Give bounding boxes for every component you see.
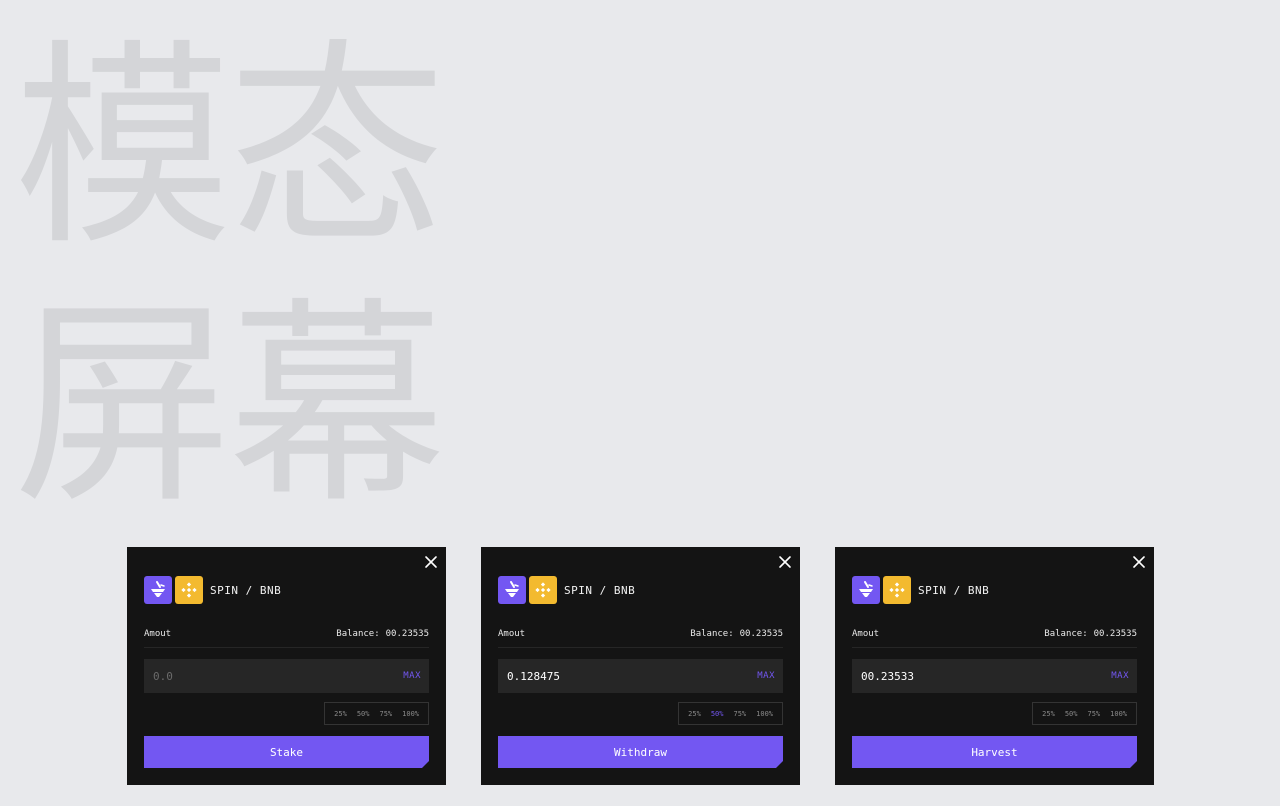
balance-label: Balance: — [690, 629, 734, 639]
balance-value: 00.23535 — [385, 629, 429, 639]
balance-value: 00.23535 — [1093, 629, 1137, 639]
percent-25-button[interactable]: 25% — [329, 710, 352, 718]
percent-selector: 25% 50% 75% 100% — [1032, 702, 1137, 725]
percent-75-button[interactable]: 75% — [728, 710, 751, 718]
close-icon[interactable] — [778, 555, 792, 569]
bnb-icon — [883, 576, 911, 604]
amount-field[interactable]: MAX — [852, 659, 1137, 693]
amount-field[interactable]: MAX — [498, 659, 783, 693]
max-button[interactable]: MAX — [403, 671, 421, 681]
token-pair: SPIN / BNB — [144, 576, 281, 604]
balance-label: Balance: — [1044, 629, 1088, 639]
amount-input[interactable] — [153, 669, 353, 683]
amount-input[interactable] — [861, 669, 1061, 683]
withdraw-modal: SPIN / BNB Amout Balance: 00.23535 MAX 25… — [481, 547, 800, 785]
stake-modal: SPIN / BNB Amout Balance: 00.23535 MAX 25… — [127, 547, 446, 785]
max-button[interactable]: MAX — [1111, 671, 1129, 681]
percent-100-button[interactable]: 100% — [1105, 710, 1132, 718]
percent-50-button[interactable]: 50% — [352, 710, 375, 718]
balance: Balance: 00.23535 — [690, 629, 783, 639]
withdraw-button[interactable]: Withdraw — [498, 736, 783, 768]
stake-button[interactable]: Stake — [144, 736, 429, 768]
amount-input[interactable] — [507, 669, 707, 683]
spin-icon — [852, 576, 880, 604]
percent-100-button[interactable]: 100% — [397, 710, 424, 718]
pair-label: SPIN / BNB — [918, 583, 990, 597]
background-watermark: 模态 屏幕 — [14, 20, 454, 536]
percent-selector: 25% 50% 75% 100% — [678, 702, 783, 725]
percent-50-button[interactable]: 50% — [1060, 710, 1083, 718]
balance-value: 00.23535 — [739, 629, 783, 639]
amount-row: Amout Balance: 00.23535 — [852, 629, 1137, 648]
close-icon[interactable] — [424, 555, 438, 569]
bnb-icon — [175, 576, 203, 604]
harvest-button[interactable]: Harvest — [852, 736, 1137, 768]
amount-label: Amout — [144, 629, 172, 639]
bnb-icon — [529, 576, 557, 604]
amount-row: Amout Balance: 00.23535 — [144, 629, 429, 648]
pair-label: SPIN / BNB — [210, 583, 282, 597]
watermark-line-1: 模态 — [14, 22, 446, 275]
percent-25-button[interactable]: 25% — [1037, 710, 1060, 718]
amount-field[interactable]: MAX — [144, 659, 429, 693]
amount-label: Amout — [852, 629, 880, 639]
watermark-line-2: 屏幕 — [14, 280, 446, 533]
max-button[interactable]: MAX — [757, 671, 775, 681]
spin-icon — [144, 576, 172, 604]
harvest-modal: SPIN / BNB Amout Balance: 00.23535 MAX 25… — [835, 547, 1154, 785]
token-pair: SPIN / BNB — [498, 576, 635, 604]
spin-icon — [498, 576, 526, 604]
percent-100-button[interactable]: 100% — [751, 710, 778, 718]
percent-50-button[interactable]: 50% — [706, 710, 729, 718]
percent-75-button[interactable]: 75% — [1082, 710, 1105, 718]
percent-selector: 25% 50% 75% 100% — [324, 702, 429, 725]
balance: Balance: 00.23535 — [336, 629, 429, 639]
percent-25-button[interactable]: 25% — [683, 710, 706, 718]
percent-75-button[interactable]: 75% — [374, 710, 397, 718]
amount-row: Amout Balance: 00.23535 — [498, 629, 783, 648]
token-pair: SPIN / BNB — [852, 576, 989, 604]
balance: Balance: 00.23535 — [1044, 629, 1137, 639]
balance-label: Balance: — [336, 629, 380, 639]
close-icon[interactable] — [1132, 555, 1146, 569]
pair-label: SPIN / BNB — [564, 583, 636, 597]
amount-label: Amout — [498, 629, 526, 639]
